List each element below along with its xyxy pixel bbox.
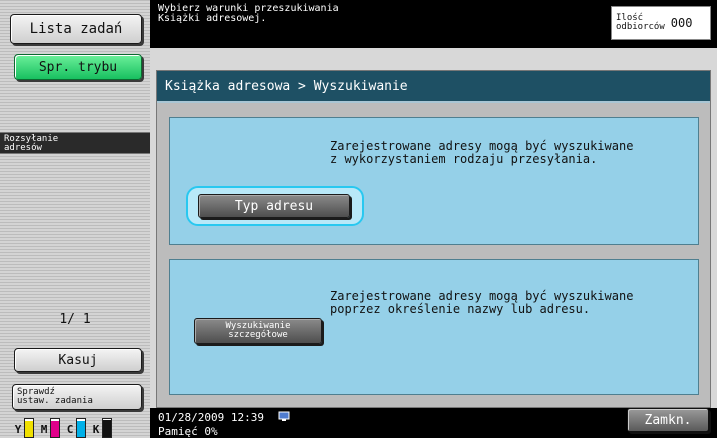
toner-cyan: C bbox=[64, 418, 86, 438]
toner-label: M bbox=[40, 423, 48, 436]
search-panel: Książka adresowa > Wyszukiwanie Typ adre… bbox=[156, 70, 711, 408]
selected-highlight: Typ adresu bbox=[186, 186, 364, 226]
recipients-counter: Ilość odbiorców 000 bbox=[611, 6, 711, 40]
toner-label: Y bbox=[14, 423, 22, 436]
toner-fill bbox=[51, 420, 59, 437]
toner-magenta: M bbox=[38, 418, 60, 438]
main-area: Książka adresowa > Wyszukiwanie Typ adre… bbox=[150, 48, 717, 408]
recipients-label: Ilość odbiorców bbox=[616, 13, 665, 32]
toner-fill bbox=[77, 420, 85, 437]
page-counter: 1/ 1 bbox=[59, 312, 91, 327]
status-bar: 01/28/2009 12:39 Pamięć 0% Zamkn. bbox=[150, 408, 717, 438]
toner-levels: Y M C K bbox=[12, 418, 144, 438]
tab-address-distribution[interactable]: Rozsyłanie adresów bbox=[0, 132, 150, 154]
check-job-settings-button[interactable]: Sprawdź ustaw. zadania bbox=[12, 384, 142, 410]
detailed-search-description: Zarejestrowane adresy mogą być wyszukiwa… bbox=[330, 289, 634, 316]
mode-check-button[interactable]: Spr. trybu bbox=[14, 54, 142, 80]
toner-fill bbox=[25, 420, 33, 437]
toner-label: K bbox=[92, 423, 100, 436]
left-panel: Lista zadań Spr. trybu Rozsyłanie adresó… bbox=[0, 0, 150, 438]
toner-yellow: Y bbox=[12, 418, 34, 438]
address-type-section: Typ adresu Zarejestrowane adresy mogą by… bbox=[169, 117, 699, 245]
detailed-search-button[interactable]: Wyszukiwanie szczegółowe bbox=[194, 318, 322, 344]
datetime: 01/28/2009 12:39 bbox=[158, 411, 264, 424]
detailed-search-section: Wyszukiwanie szczegółowe Zarejestrowane … bbox=[169, 259, 699, 395]
toner-black: K bbox=[90, 418, 112, 438]
header-bar: Wybierz warunki przeszukiwania Książki a… bbox=[150, 0, 717, 48]
memory-status: Pamięć 0% bbox=[158, 425, 218, 438]
address-type-description: Zarejestrowane adresy mogą być wyszukiwa… bbox=[330, 139, 634, 166]
delete-button[interactable]: Kasuj bbox=[14, 348, 142, 372]
toner-fill bbox=[103, 419, 111, 437]
address-type-button[interactable]: Typ adresu bbox=[198, 194, 350, 218]
job-list-button[interactable]: Lista zadań bbox=[10, 14, 142, 44]
recipients-count: 000 bbox=[670, 16, 693, 30]
instruction-message: Wybierz warunki przeszukiwania Książki a… bbox=[158, 3, 339, 24]
network-status-icon bbox=[278, 411, 290, 421]
toner-label: C bbox=[66, 423, 74, 436]
breadcrumb: Książka adresowa > Wyszukiwanie bbox=[157, 71, 710, 103]
close-button[interactable]: Zamkn. bbox=[627, 408, 709, 432]
